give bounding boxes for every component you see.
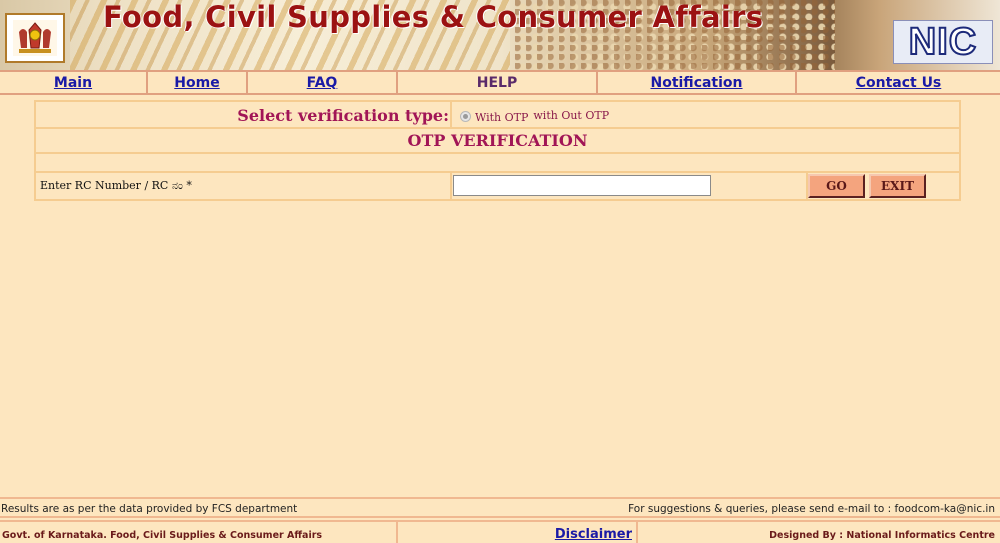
with-otp-label: With OTP: [475, 111, 529, 124]
nav-faq[interactable]: FAQ: [248, 72, 398, 93]
nav-home[interactable]: Home: [148, 72, 248, 93]
empty-row: [36, 154, 959, 173]
otp-verification-title: OTP VERIFICATION: [407, 131, 588, 150]
data-source-note: Results are as per the data provided by …: [1, 503, 298, 515]
footer-info-bar: Results are as per the data provided by …: [0, 497, 1000, 518]
rc-number-label: Enter RC Number / RC ನಂ *: [40, 179, 192, 192]
verification-type-label: Select verification type:: [237, 106, 449, 125]
rc-number-row: Enter RC Number / RC ನಂ * GO EXIT: [36, 173, 959, 199]
without-otp-label[interactable]: with Out OTP: [533, 109, 609, 122]
go-button[interactable]: GO: [808, 174, 865, 198]
nav-main[interactable]: Main: [0, 72, 148, 93]
designed-by-credit: Designed By : National Informatics Centr…: [769, 530, 995, 541]
nic-logo: NIC: [893, 20, 993, 64]
footer-designer-cell: Designed By : National Informatics Centr…: [638, 522, 1000, 543]
nav-notification[interactable]: Notification: [598, 72, 797, 93]
nic-logo-text: NIC: [908, 21, 978, 63]
nav-help: HELP: [398, 72, 598, 93]
govt-credit: Govt. of Karnataka. Food, Civil Supplies…: [2, 530, 323, 541]
rc-number-input[interactable]: [453, 175, 711, 196]
exit-button[interactable]: EXIT: [869, 174, 926, 198]
otp-verification-form: Select verification type: With OTP with …: [34, 100, 961, 201]
site-header: Food, Civil Supplies & Consumer Affairs …: [0, 0, 1000, 70]
karnataka-emblem-icon: [5, 13, 65, 63]
footer-bar: Govt. of Karnataka. Food, Civil Supplies…: [0, 520, 1000, 543]
column-divider: [450, 102, 452, 127]
with-otp-radio[interactable]: [460, 110, 471, 122]
otp-title-row: OTP VERIFICATION: [36, 129, 959, 154]
footer-govt-cell: Govt. of Karnataka. Food, Civil Supplies…: [0, 522, 398, 543]
verification-type-row: Select verification type: With OTP with …: [36, 102, 959, 129]
footer-disclaimer-cell: Disclaimer: [398, 522, 638, 543]
disclaimer-link[interactable]: Disclaimer: [555, 527, 632, 542]
nav-contact-us[interactable]: Contact Us: [797, 72, 1000, 93]
site-title: Food, Civil Supplies & Consumer Affairs: [103, 0, 764, 34]
verification-type-options: With OTP with Out OTP: [460, 108, 609, 124]
column-divider: [450, 173, 452, 199]
main-nav: Main Home FAQ HELP Notification Contact …: [0, 70, 1000, 95]
contact-email-note: For suggestions & queries, please send e…: [628, 503, 995, 515]
